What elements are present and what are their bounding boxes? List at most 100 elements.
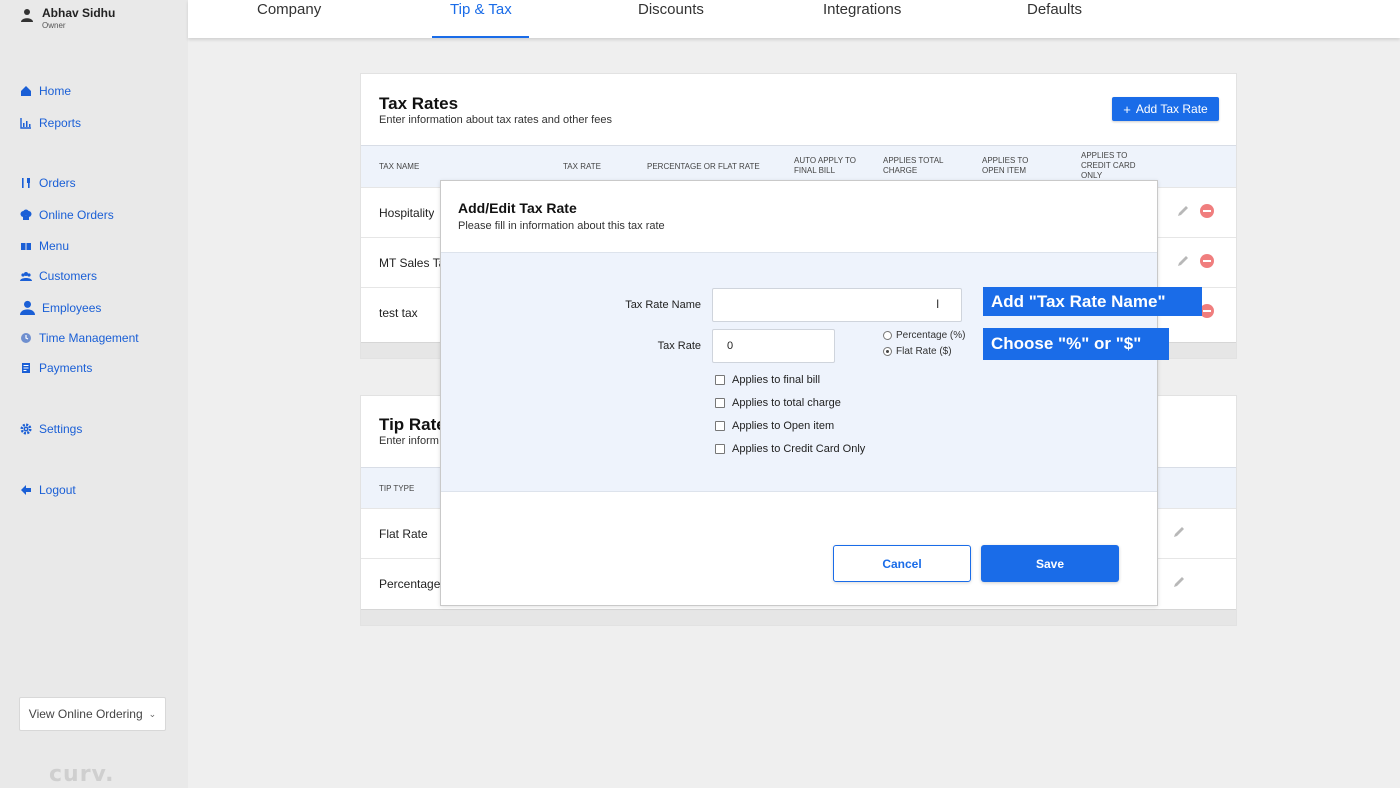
remove-icon[interactable]: [1200, 304, 1214, 318]
callout-add-tax-rate-name: Add "Tax Rate Name": [983, 287, 1202, 316]
column-header: TAX NAME: [379, 162, 420, 171]
sidebar-item-reports[interactable]: Reports: [20, 116, 81, 130]
tab-company[interactable]: Company: [257, 0, 321, 38]
user-name: Abhav Sidhu: [42, 6, 116, 20]
tab-integrations[interactable]: Integrations: [823, 0, 901, 38]
add-edit-tax-rate-modal: Add/Edit Tax Rate Please fill in informa…: [440, 180, 1158, 606]
radio-button-unchecked[interactable]: [883, 331, 892, 340]
gear-icon: [20, 423, 32, 435]
tip-type: Percentage: [379, 577, 441, 591]
sidebar-item-online-orders[interactable]: Online Orders: [20, 208, 114, 222]
tax-rate-name-label: Tax Rate Name: [625, 299, 701, 311]
view-online-ordering-button[interactable]: View Online Ordering ⌄: [19, 697, 166, 731]
chevron-down-icon: ⌄: [148, 708, 157, 719]
sidebar-item-orders[interactable]: Orders: [20, 176, 76, 190]
save-button[interactable]: Save: [981, 545, 1119, 582]
column-header: TIP TYPE: [379, 484, 415, 493]
tax-rate-label: Tax Rate: [657, 340, 701, 352]
utensils-icon: [22, 178, 30, 188]
pencil-icon[interactable]: [1176, 254, 1190, 268]
tax-name: MT Sales Ta: [379, 256, 446, 270]
plus-icon: +: [1123, 101, 1131, 117]
user-icon: [21, 9, 33, 22]
remove-icon[interactable]: [1200, 254, 1214, 268]
tip-rates-title: Tip Rate: [379, 415, 446, 434]
add-tax-rate-label: Add Tax Rate: [1135, 102, 1208, 116]
radio-percentage[interactable]: Percentage (%): [883, 330, 965, 341]
active-tab-indicator: [432, 36, 529, 38]
tax-rate-name-input[interactable]: [712, 288, 962, 322]
checkbox-label: Applies to Credit Card Only: [732, 443, 866, 455]
checkbox-label: Applies to final bill: [732, 374, 821, 386]
pencil-icon[interactable]: [1172, 525, 1186, 539]
radio-percentage-label: Percentage (%): [896, 330, 966, 341]
sidebar-item-label: Home: [39, 84, 72, 98]
remove-icon[interactable]: [1200, 204, 1214, 218]
view-online-ordering-label: View Online Ordering: [28, 707, 143, 721]
sidebar-item-home[interactable]: Home: [20, 84, 71, 98]
sidebar-item-time-management[interactable]: Time Management: [20, 331, 139, 345]
tax-name: Hospitality: [379, 206, 435, 220]
sidebar-item-label: Orders: [39, 176, 76, 190]
sidebar-item-label: Customers: [39, 269, 98, 283]
checkbox-label: Applies to Open item: [732, 420, 835, 432]
tab-discounts[interactable]: Discounts: [638, 0, 704, 38]
sidebar-item-menu[interactable]: Menu: [20, 239, 69, 253]
chef-hat-icon: [20, 209, 32, 220]
clock-icon: [21, 333, 31, 343]
radio-flat-rate[interactable]: Flat Rate ($): [883, 346, 952, 357]
checkbox-applies-credit-card[interactable]: Applies to Credit Card Only: [715, 443, 865, 455]
tab-defaults[interactable]: Defaults: [1027, 0, 1082, 38]
sidebar-item-label: Online Orders: [39, 208, 114, 222]
user-role: Owner: [42, 21, 66, 30]
checkbox-applies-final-bill[interactable]: Applies to final bill: [715, 374, 820, 386]
sidebar-item-label: Reports: [39, 116, 82, 130]
checkbox-applies-open-item[interactable]: Applies to Open item: [715, 420, 834, 432]
column-header: AUTO APPLY TO FINAL BILL: [794, 156, 856, 175]
person-icon: [20, 300, 35, 315]
radio-button-checked[interactable]: [883, 347, 892, 356]
checkbox-icon[interactable]: [715, 375, 725, 385]
checkbox-label: Applies to total charge: [732, 397, 841, 409]
sidebar-item-payments[interactable]: Payments: [20, 361, 92, 375]
column-header: TAX RATE: [563, 162, 601, 171]
checkbox-icon[interactable]: [715, 444, 725, 454]
tax-rate-input[interactable]: [712, 329, 835, 363]
checkbox-applies-total-charge[interactable]: Applies to total charge: [715, 397, 841, 409]
tab-tip-tax[interactable]: Tip & Tax: [450, 0, 512, 38]
cancel-button[interactable]: Cancel: [833, 545, 971, 582]
callout-choose-percent-or-dollar: Choose "%" or "$": [983, 328, 1169, 360]
sidebar-item-employees[interactable]: Employees: [20, 300, 101, 315]
tip-type: Flat Rate: [379, 527, 428, 541]
pencil-icon[interactable]: [1172, 575, 1186, 589]
arrow-left-icon: [21, 485, 31, 495]
chart-icon: [20, 118, 31, 129]
sidebar-item-customers[interactable]: Customers: [20, 269, 97, 283]
pencil-icon[interactable]: [1176, 204, 1190, 218]
top-tab-bar: Company Tip & Tax Discounts Integrations…: [188, 0, 1400, 38]
tax-rates-title: Tax Rates: [379, 94, 459, 113]
column-header: APPLIES TOTAL CHARGE: [883, 156, 944, 175]
add-tax-rate-button[interactable]: + Add Tax Rate: [1112, 97, 1219, 121]
user-profile[interactable]: Abhav Sidhu Owner: [20, 6, 115, 30]
group-icon: [20, 272, 32, 281]
sidebar-item-label: Employees: [42, 300, 102, 315]
sidebar-item-label: Payments: [39, 361, 93, 375]
sidebar-item-label: Logout: [39, 483, 76, 497]
sidebar-item-settings[interactable]: Settings: [20, 422, 82, 436]
sidebar-item-logout[interactable]: Logout: [20, 483, 76, 497]
home-icon: [21, 86, 31, 96]
modal-subtitle: Please fill in information about this ta…: [458, 220, 665, 232]
column-header: APPLIES TO OPEN ITEM: [982, 156, 1029, 175]
checkbox-icon[interactable]: [715, 398, 725, 408]
sidebar-item-label: Menu: [39, 239, 70, 253]
tip-table-footer: [361, 609, 1236, 625]
checkbox-icon[interactable]: [715, 421, 725, 431]
column-header: APPLIES TO CREDIT CARD ONLY: [1081, 151, 1136, 180]
receipt-icon: [22, 363, 30, 373]
column-header: PERCENTAGE OR FLAT RATE: [647, 162, 760, 171]
tax-name: test tax: [379, 306, 418, 320]
tax-rates-subtitle: Enter information about tax rates and ot…: [379, 114, 612, 126]
text-cursor-icon: I: [936, 297, 940, 311]
radio-flat-label: Flat Rate ($): [896, 346, 952, 357]
